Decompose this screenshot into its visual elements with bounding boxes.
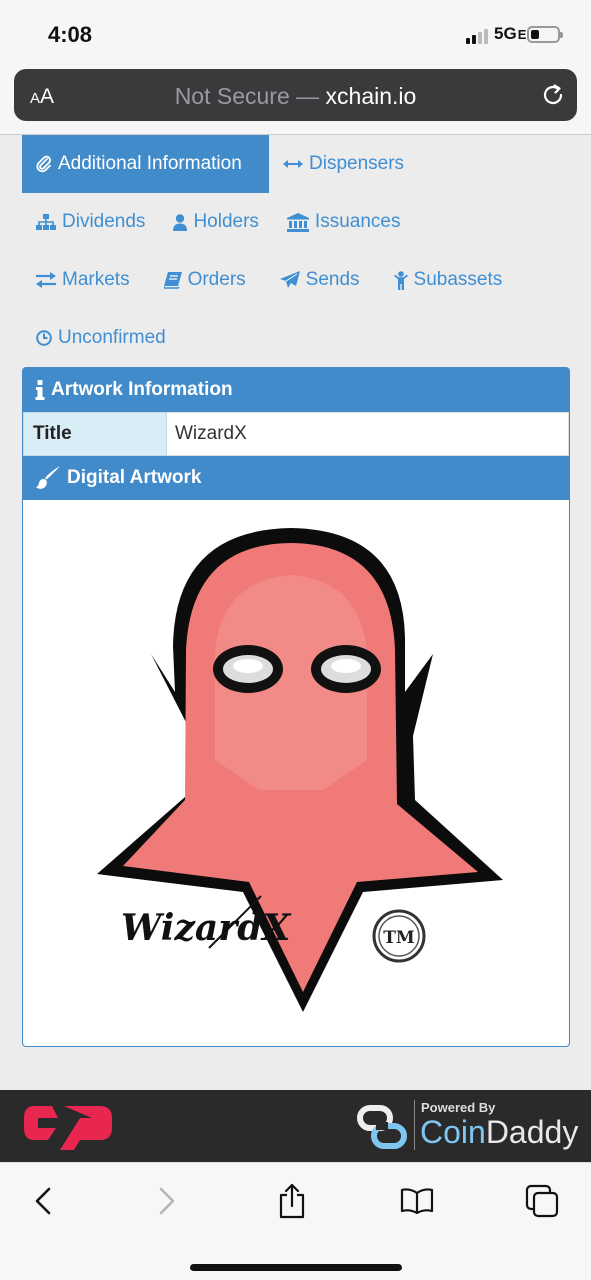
wizardx-artwork-image: WizardX TM — [97, 528, 503, 1012]
share-button[interactable] — [272, 1181, 312, 1221]
digital-artwork-title: Digital Artwork — [67, 467, 202, 488]
artwork-information-header: Artwork Information — [23, 368, 569, 412]
open-book-icon — [400, 1188, 434, 1214]
tabs-button[interactable] — [522, 1181, 562, 1221]
exchange-icon — [36, 272, 56, 288]
network-type: 5GE — [494, 24, 527, 43]
tab-holders[interactable]: Holders — [159, 193, 272, 251]
powered-by-label: Powered By — [421, 1100, 496, 1115]
book-icon — [163, 271, 182, 289]
paperclip-icon — [36, 155, 51, 173]
artwork-signature: WizardX — [121, 907, 292, 949]
site-footer: Powered By CoinDaddy — [0, 1090, 591, 1162]
page-content: Additional Information Dispensers Divide… — [0, 134, 591, 1090]
address-bar[interactable]: AA Not Secure — xchain.io — [14, 69, 577, 121]
tab-dispensers[interactable]: Dispensers — [269, 135, 418, 193]
tabs-icon — [525, 1184, 559, 1218]
tab-subassets[interactable]: Subassets — [374, 251, 517, 309]
tab-row-3: Markets Orders Sends Subassets — [22, 251, 516, 309]
battery-icon — [527, 26, 563, 43]
trademark-symbol: TM — [383, 928, 415, 948]
tab-additional-information[interactable]: Additional Information — [22, 135, 269, 193]
tab-unconfirmed[interactable]: Unconfirmed — [22, 309, 180, 367]
reload-icon[interactable] — [541, 83, 565, 107]
cellular-signal-icon — [466, 28, 490, 44]
tab-row-1: Additional Information Dispensers — [22, 135, 418, 193]
footer-divider — [414, 1100, 415, 1150]
tab-markets[interactable]: Markets — [22, 251, 144, 309]
artwork-panel: Artwork Information Title WizardX Digita… — [22, 367, 570, 1047]
chevron-right-icon — [159, 1187, 175, 1215]
tab-row-4: Unconfirmed — [22, 309, 180, 367]
digital-artwork-header: Digital Artwork — [23, 456, 569, 500]
coindaddy-logo-icon[interactable] — [356, 1104, 408, 1152]
title-value: WizardX — [167, 412, 569, 456]
status-bar: 4:08 5GE — [0, 0, 591, 66]
table-row: Title WizardX — [23, 412, 569, 456]
chevron-left-icon — [35, 1187, 51, 1215]
paper-plane-icon — [279, 271, 300, 288]
tab-row-2: Dividends Holders Issuances — [22, 193, 414, 251]
tab-dividends[interactable]: Dividends — [22, 193, 159, 251]
sitemap-icon — [36, 214, 56, 230]
url-field[interactable]: Not Secure — xchain.io — [14, 83, 577, 110]
tab-orders[interactable]: Orders — [144, 251, 260, 309]
user-icon — [173, 213, 188, 231]
home-indicator — [190, 1264, 402, 1271]
info-icon — [35, 380, 45, 400]
coindaddy-brand[interactable]: CoinDaddy — [420, 1114, 578, 1151]
tab-sends[interactable]: Sends — [260, 251, 374, 309]
child-icon — [393, 270, 408, 290]
arrows-horizontal-icon — [283, 160, 303, 168]
browser-toolbar — [0, 1162, 591, 1280]
share-icon — [279, 1183, 305, 1219]
counterparty-logo-icon[interactable] — [22, 1098, 116, 1156]
address-bar-area: AA Not Secure — xchain.io — [0, 66, 591, 134]
domain-text: xchain.io — [325, 83, 417, 109]
tab-issuances[interactable]: Issuances — [273, 193, 415, 251]
paint-brush-icon — [36, 466, 60, 489]
back-button[interactable] — [23, 1181, 63, 1221]
security-label: Not Secure — [174, 83, 290, 109]
bookmarks-button[interactable] — [397, 1181, 437, 1221]
status-time: 4:08 — [48, 22, 93, 47]
clock-icon — [36, 330, 52, 346]
forward-button[interactable] — [147, 1181, 187, 1221]
bank-icon — [286, 212, 309, 232]
artwork-information-title: Artwork Information — [51, 379, 233, 400]
title-label: Title — [23, 412, 167, 456]
